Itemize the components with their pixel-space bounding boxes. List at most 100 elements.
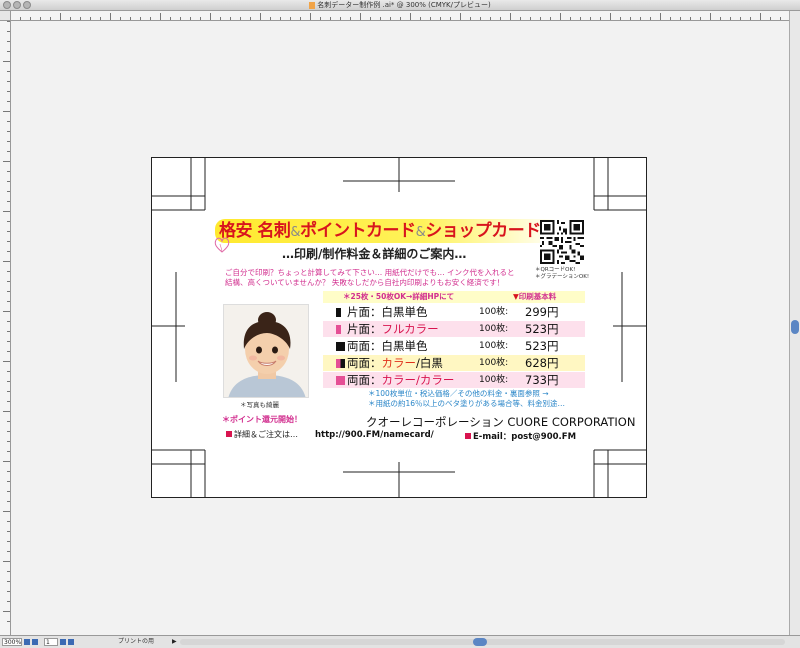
headline-part4: ショップカード！ xyxy=(425,221,558,241)
ruler-tick xyxy=(700,17,701,20)
company-name: クオーレコーポレーション CUORE CORPORATION xyxy=(366,415,636,429)
ruler-tick xyxy=(510,13,511,20)
ruler-tick xyxy=(7,221,10,222)
pink-black-square-icon xyxy=(336,359,345,368)
ruler-tick xyxy=(3,161,10,162)
square-bullet-icon xyxy=(465,433,471,439)
ruler-tick xyxy=(300,17,301,20)
ruler-tick xyxy=(460,13,461,20)
zoom-field[interactable]: 300% xyxy=(2,638,22,646)
ruler-tick xyxy=(7,371,10,372)
price-row-type: カラー/カラー xyxy=(381,373,455,387)
ruler-tick xyxy=(7,21,10,22)
headline-amp-1: & xyxy=(290,225,301,240)
page-menu-button[interactable] xyxy=(60,639,66,645)
black-square-icon xyxy=(336,342,345,351)
qr-note: ＊QRコードOK! ＊グラデーションOK! xyxy=(535,267,589,281)
ruler-tick xyxy=(20,17,21,20)
ruler-tick xyxy=(170,17,171,20)
ruler-tick xyxy=(7,381,10,382)
price-row: 両面：カラー/カラー 100枚: 733円 xyxy=(323,372,585,388)
price-header-right: ▼印刷基本料 xyxy=(513,291,556,303)
ruler-tick xyxy=(110,13,111,20)
ruler-tick xyxy=(7,91,10,92)
ruler-tick xyxy=(7,421,10,422)
ruler-tick xyxy=(520,17,521,20)
price-row-count: 100枚: xyxy=(479,375,509,385)
heart-icon xyxy=(214,237,230,253)
ruler-tick xyxy=(7,471,10,472)
ruler-tick xyxy=(400,17,401,20)
ruler-tick xyxy=(7,501,10,502)
next-page-button[interactable] xyxy=(68,639,74,645)
ruler-tick xyxy=(780,17,781,20)
price-row: 両面：カラー/白黒 100枚: 628円 xyxy=(323,355,585,371)
page-field[interactable]: 1 xyxy=(44,638,58,646)
ruler-tick xyxy=(7,121,10,122)
ruler-origin[interactable] xyxy=(0,11,11,21)
ruler-tick xyxy=(590,17,591,20)
ruler-tick xyxy=(7,531,10,532)
ruler-tick xyxy=(7,451,10,452)
card-email: E-mail：post@900.FM xyxy=(465,430,576,442)
price-row-side: 両面： xyxy=(347,339,382,353)
headline-amp-2: & xyxy=(415,225,426,240)
status-arrow-icon[interactable]: ▶ xyxy=(172,638,177,646)
window-titlebar: 名刺データー制作例 .ai* @ 300% (CMYK/プレビュー) xyxy=(0,0,800,11)
footnote-2: ＊用紙の約16％以上のベタ塗りがある場合等、料金別途… xyxy=(368,399,566,408)
detail-note-text: 詳細＆ご注文は… xyxy=(234,430,298,439)
price-row-price: 733円 xyxy=(525,373,559,387)
ruler-tick xyxy=(250,17,251,20)
ruler-tick xyxy=(7,241,10,242)
window-title-text: 名刺データー制作例 .ai* @ 300% (CMYK/プレビュー) xyxy=(317,1,491,9)
price-row: 片面：フルカラー 100枚: 523円 xyxy=(323,321,585,337)
ruler-tick xyxy=(7,521,10,522)
ruler-tick xyxy=(690,17,691,20)
ruler-tick xyxy=(480,17,481,20)
ruler-tick xyxy=(760,13,761,20)
ruler-tick xyxy=(7,71,10,72)
ruler-tick xyxy=(7,141,10,142)
horizontal-scroll-thumb[interactable] xyxy=(473,638,487,646)
footnote-1: ＊100枚単位・税込価格／その他の料金・裏面参照 → xyxy=(368,389,549,398)
price-row-type: フルカラー xyxy=(381,322,439,336)
horizontal-ruler[interactable] xyxy=(10,11,790,21)
price-row-label: 両面：カラー/白黒 xyxy=(347,355,443,371)
ruler-tick xyxy=(470,17,471,20)
price-row-price: 523円 xyxy=(525,339,559,353)
black-marker-icon xyxy=(336,308,341,317)
ruler-tick xyxy=(720,17,721,20)
ruler-tick xyxy=(7,81,10,82)
status-mode[interactable]: プリントの用 xyxy=(118,638,154,646)
ruler-tick xyxy=(200,17,201,20)
ruler-tick xyxy=(3,311,10,312)
ruler-tick xyxy=(3,261,10,262)
first-page-button[interactable] xyxy=(32,639,38,645)
ruler-tick xyxy=(640,17,641,20)
ruler-tick xyxy=(7,391,10,392)
vertical-ruler[interactable] xyxy=(0,11,11,635)
ruler-tick xyxy=(180,17,181,20)
ruler-tick xyxy=(80,17,81,20)
price-row-price: 523円 xyxy=(525,322,559,336)
price-row: 片面：白黒単色 100枚: 299円 xyxy=(323,304,585,320)
ruler-tick xyxy=(7,171,10,172)
square-bullet-icon xyxy=(226,431,232,437)
ruler-tick xyxy=(150,17,151,20)
qr-code-icon xyxy=(540,220,584,264)
ruler-tick xyxy=(580,17,581,20)
ruler-tick xyxy=(330,17,331,20)
price-footnotes: ＊100枚単位・税込価格／その他の料金・裏面参照 → ＊用紙の約16％以上のベタ… xyxy=(368,389,565,409)
ruler-tick xyxy=(430,17,431,20)
ruler-tick xyxy=(410,13,411,20)
vertical-scroll-thumb[interactable] xyxy=(791,320,799,334)
ruler-tick xyxy=(7,491,10,492)
ruler-tick xyxy=(30,17,31,20)
ruler-tick xyxy=(7,341,10,342)
ruler-tick xyxy=(3,611,10,612)
ruler-tick xyxy=(7,331,10,332)
vertical-scrollbar[interactable] xyxy=(789,11,800,635)
zoom-menu-button[interactable] xyxy=(24,639,30,645)
price-row-type: 白黒単色 xyxy=(381,305,428,319)
ruler-tick xyxy=(360,13,361,20)
